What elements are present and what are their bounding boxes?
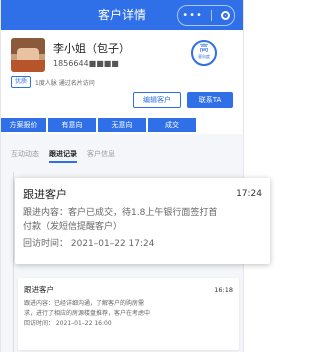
customer-phone: 1856644■■■■ — [53, 59, 119, 68]
tab-customer-info[interactable]: 客户信息 — [87, 142, 115, 166]
capsule-divider — [211, 10, 213, 21]
stage-not-interested[interactable]: 无意向 — [98, 118, 146, 132]
intent-level-label: 意向度 — [198, 54, 210, 59]
record-return-visit: 回访时间： 2021–01–22 17:24 — [23, 239, 155, 249]
intent-level-badge: 高 意向度 — [191, 40, 217, 66]
avatar — [11, 38, 45, 72]
record-content-line: 跟进内容：已经详细沟通，了解客户的购房需 — [24, 300, 145, 307]
customer-name: 李小姐（包子） — [53, 42, 130, 55]
title-bar: 客户详情 ••• — [1, 0, 243, 30]
customer-tags: 优质 1度人脉 通过名片访问 — [11, 76, 95, 88]
tab-follow-up[interactable]: 跟进记录 — [49, 142, 77, 166]
timeline-line — [13, 172, 14, 352]
quality-tag: 优质 — [11, 76, 32, 88]
record-time: 17:24 — [236, 189, 262, 199]
profile-actions: 编辑客户 联系TA — [133, 92, 233, 108]
record-content-line: 跟进内容：客户已成交，待1.8上午银行面签打首 — [23, 208, 218, 218]
stage-quote[interactable]: 方案报价 — [1, 118, 46, 132]
record-title: 跟进客户 — [24, 285, 54, 294]
record-title: 跟进客户 — [23, 188, 67, 201]
contact-button[interactable]: 联系TA — [187, 92, 233, 108]
mini-program-capsule[interactable]: ••• — [177, 5, 235, 26]
phone-screen: 客户详情 ••• 李小姐（包子） 1856644■■■■ 高 意向度 优质 1度… — [0, 0, 244, 352]
follow-up-record-card[interactable]: 跟进客户 16:18 跟进内容：已经详细沟通，了解客户的购房需 求，进行了相应的… — [18, 278, 239, 350]
tab-interactions[interactable]: 互动动态 — [11, 142, 39, 166]
stage-deal[interactable]: 成交 — [148, 118, 196, 132]
intent-level-value: 高 — [199, 44, 209, 54]
more-icon[interactable]: ••• — [182, 10, 203, 21]
record-return-visit: 回访时间： 2021–01–22 16:00 — [24, 320, 112, 327]
edit-customer-button[interactable]: 编辑客户 — [133, 92, 181, 108]
customer-profile-card: 李小姐（包子） 1856644■■■■ 高 意向度 优质 1度人脉 通过名片访问… — [1, 30, 243, 118]
follow-up-record-card-highlight[interactable]: 跟进客户 17:24 跟进内容：客户已成交，待1.8上午银行面签打首 付款（发短… — [15, 178, 270, 264]
stage-interested[interactable]: 有意向 — [48, 118, 96, 132]
sales-stage-bar: 方案报价 有意向 无意向 成交 — [1, 118, 243, 134]
close-icon[interactable] — [220, 11, 230, 20]
record-content-line: 求，进行了相应的房源楼盘推荐，客户在考虑中 — [24, 310, 151, 317]
detail-tabs: 互动动态 跟进记录 客户信息 — [1, 142, 243, 166]
source-text: 1度人脉 通过名片访问 — [35, 79, 95, 87]
record-time: 16:18 — [214, 285, 233, 294]
record-content-line: 付款（发短信提醒客户） — [23, 222, 123, 232]
